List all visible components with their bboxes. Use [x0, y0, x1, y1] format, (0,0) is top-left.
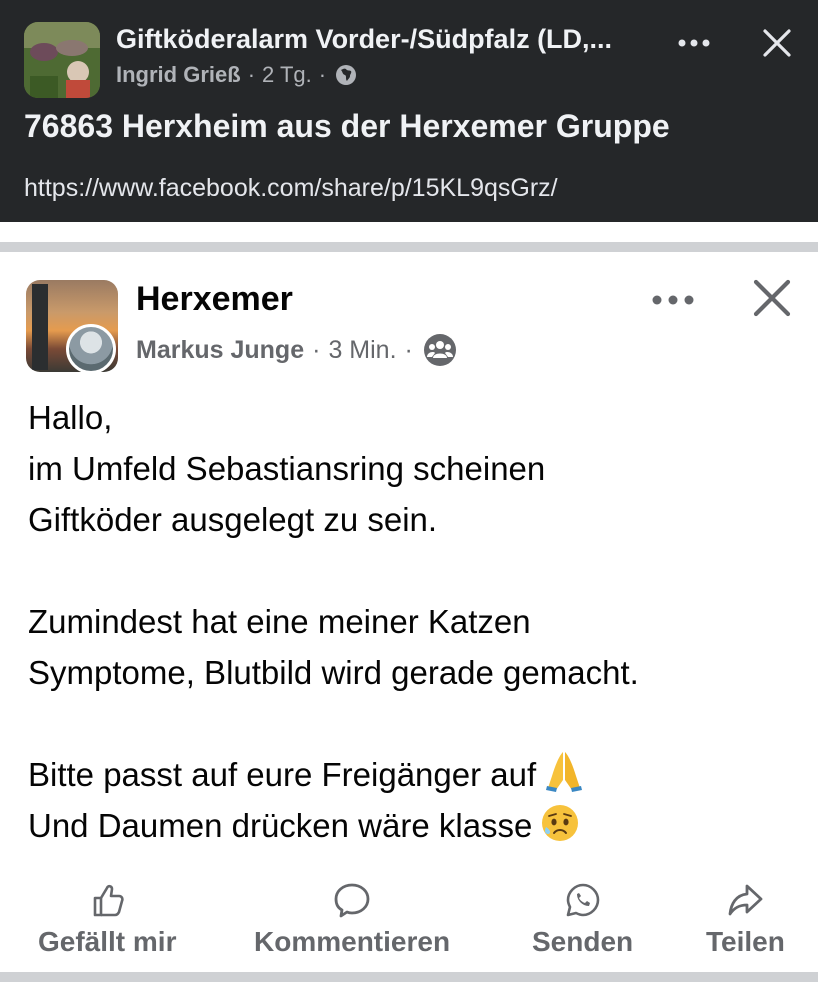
post-line: im Umfeld Sebastiansring scheinen [28, 450, 546, 487]
post-line: Giftköder ausgelegt zu sein. [28, 501, 438, 538]
more-options-icon[interactable] [652, 294, 694, 306]
post-meta: Ingrid Grieß · 2 Tg. · [116, 62, 357, 88]
shared-group-name[interactable]: Herxemer [136, 280, 293, 319]
tower-shape [32, 284, 48, 370]
comment-icon [334, 883, 370, 918]
sad-face-emoji-icon [542, 805, 579, 841]
user-avatar[interactable] [66, 324, 116, 374]
share-arrow-icon [729, 884, 763, 916]
close-icon[interactable] [762, 28, 792, 58]
spacer [0, 222, 818, 240]
post-line: Zumindest hat eine meiner Katzen [28, 603, 531, 640]
share-link[interactable]: https://www.facebook.com/share/p/15KL9qs… [24, 174, 558, 203]
group-avatar[interactable] [24, 22, 100, 98]
group-avatar-image [24, 22, 100, 98]
folded-hands-emoji-icon [546, 752, 583, 792]
post-line-with-emoji: Bitte passt auf eure Freigänger auf [28, 749, 808, 800]
divider [0, 972, 818, 982]
share-button[interactable]: Teilen [706, 880, 785, 970]
members-icon [423, 334, 456, 366]
post-line-with-emoji: Und Daumen drücken wäre klasse [28, 800, 808, 851]
post-line: Symptome, Blutbild wird gerade gemacht. [28, 654, 639, 691]
more-options-icon[interactable] [678, 38, 710, 48]
thumbs-up-icon [93, 884, 124, 917]
whatsapp-icon [566, 883, 599, 917]
post-time[interactable]: 2 Tg. [262, 62, 312, 88]
meta-separator: · [247, 62, 256, 87]
group-title[interactable]: Giftköderalarm Vorder-/Südpfalz (LD,... [116, 24, 612, 55]
post-line: Bitte passt auf eure Freigänger auf [28, 756, 537, 793]
meta-separator: · [318, 62, 327, 87]
comment-button[interactable]: Kommentieren [254, 880, 450, 970]
close-icon[interactable] [752, 278, 792, 318]
action-bar: Gefällt mir Kommentieren Senden Teilen [0, 880, 818, 970]
globe-icon [336, 65, 357, 85]
post-line: Und Daumen drücken wäre klasse [28, 807, 533, 844]
shared-post-meta: Markus Junge · 3 Min. · [136, 333, 457, 367]
shared-author-name[interactable]: Markus Junge [136, 336, 304, 365]
send-button[interactable]: Senden [532, 880, 633, 970]
meta-separator: · [404, 335, 413, 364]
like-button[interactable]: Gefällt mir [38, 880, 176, 970]
shared-post-avatar[interactable] [26, 280, 118, 374]
send-label: Senden [532, 926, 634, 957]
author-name[interactable]: Ingrid Grieß [116, 62, 241, 88]
post-heading: 76863 Herxheim aus der Herxemer Gruppe [24, 108, 670, 144]
shared-post-time[interactable]: 3 Min. [328, 336, 396, 365]
divider [0, 242, 818, 252]
like-label: Gefällt mir [38, 926, 177, 957]
comment-label: Kommentieren [254, 926, 451, 957]
share-label: Teilen [706, 926, 785, 957]
original-post: Giftköderalarm Vorder-/Südpfalz (LD,... … [0, 0, 818, 222]
post-line: Hallo, [28, 399, 113, 436]
post-text: Hallo, im Umfeld Sebastiansring scheinen… [28, 392, 808, 851]
meta-separator: · [312, 335, 321, 364]
